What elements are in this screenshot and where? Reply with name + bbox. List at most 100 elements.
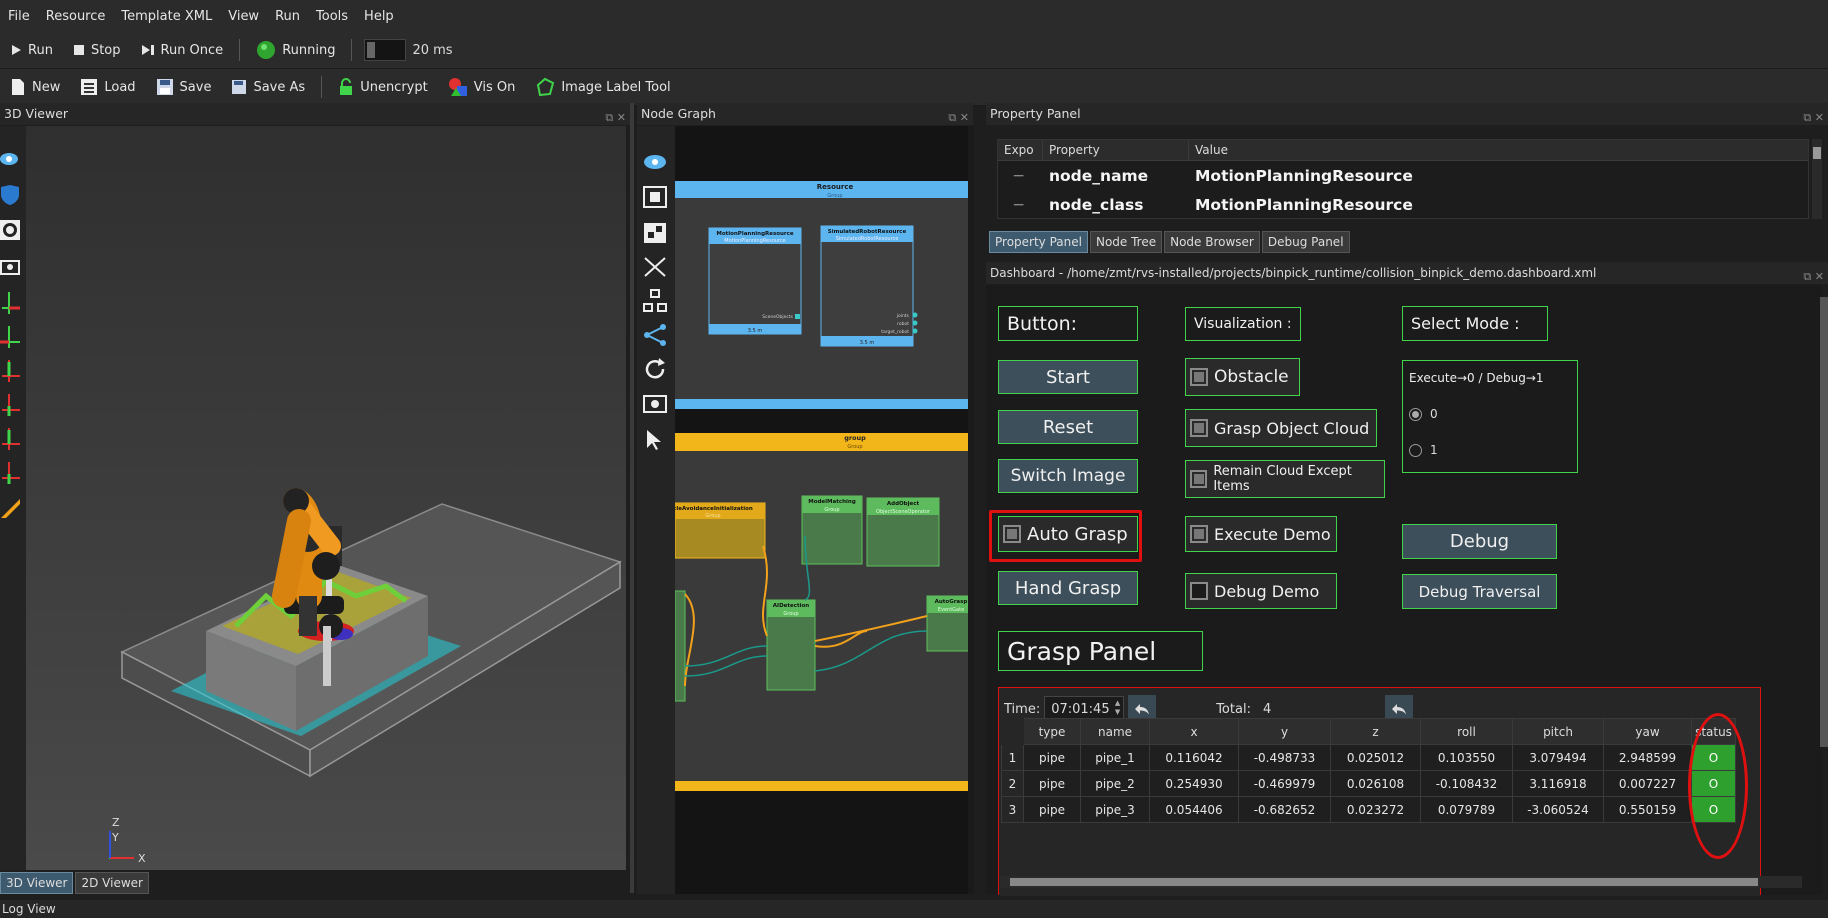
checkbox-box[interactable]: [1003, 525, 1021, 543]
menu-tools[interactable]: Tools: [308, 9, 356, 24]
mode-option-1[interactable]: 1: [1409, 443, 1438, 457]
obstacle-checkbox[interactable]: Obstacle: [1185, 358, 1300, 396]
checkbox-box[interactable]: [1190, 419, 1208, 437]
expand-icon[interactable]: [641, 254, 669, 280]
image-label-tool-button[interactable]: Image Label Tool: [525, 69, 680, 105]
start-button[interactable]: Start: [998, 360, 1138, 394]
col-pitch[interactable]: pitch: [1512, 718, 1604, 745]
eye-icon[interactable]: [641, 152, 669, 172]
cell-yaw[interactable]: 2.948599: [1603, 744, 1692, 771]
checkbox-box[interactable]: [1190, 470, 1208, 488]
tab-debug-panel[interactable]: Debug Panel: [1261, 231, 1350, 253]
col-z[interactable]: z: [1330, 718, 1421, 745]
camera-icon[interactable]: [0, 256, 22, 278]
cell-yaw[interactable]: 0.550159: [1603, 796, 1692, 823]
menu-view[interactable]: View: [220, 9, 267, 24]
cell-y[interactable]: -0.682652: [1238, 796, 1331, 823]
property-value[interactable]: MotionPlanningResource: [1189, 167, 1808, 185]
refresh-icon[interactable]: [641, 356, 669, 382]
node-graph-canvas[interactable]: Resource Group MotionPlanningResource Mo…: [675, 126, 968, 894]
cell-y[interactable]: -0.469979: [1238, 770, 1331, 797]
checkbox-box[interactable]: [1190, 525, 1208, 543]
property-scrollbar[interactable]: [1812, 139, 1822, 219]
tab-2d-viewer[interactable]: 2D Viewer: [75, 872, 149, 894]
spin-arrows-icon[interactable]: ▲ ▼: [1115, 699, 1120, 717]
slider-handle[interactable]: [367, 42, 376, 58]
cell-z[interactable]: 0.026108: [1330, 770, 1421, 797]
fit-view-icon[interactable]: [641, 184, 669, 210]
axis-minus-y-icon[interactable]: [0, 392, 22, 418]
debug-demo-checkbox[interactable]: Debug Demo: [1185, 573, 1337, 609]
stop-button[interactable]: Stop: [63, 32, 131, 68]
col-type[interactable]: type: [1023, 718, 1081, 745]
cell-x[interactable]: 0.054406: [1149, 796, 1239, 823]
save-button[interactable]: Save: [146, 69, 222, 105]
dashboard-scrollbar[interactable]: [1820, 297, 1828, 747]
cell-yaw[interactable]: 0.007227: [1603, 770, 1692, 797]
col-roll[interactable]: roll: [1420, 718, 1513, 745]
vis-on-button[interactable]: Vis On: [438, 69, 526, 105]
dock-close-icon[interactable]: ⧉ ✕: [1803, 107, 1824, 129]
menu-run[interactable]: Run: [267, 9, 308, 24]
debug-traversal-button[interactable]: Debug Traversal: [1402, 574, 1557, 609]
radio-unchecked-icon[interactable]: [1409, 443, 1422, 457]
cell-z[interactable]: 0.025012: [1330, 744, 1421, 771]
menu-file[interactable]: File: [0, 9, 38, 24]
cell-pitch[interactable]: -3.060524: [1512, 796, 1604, 823]
load-button[interactable]: Load: [70, 69, 145, 105]
col-expo[interactable]: Expo: [998, 140, 1043, 160]
cell-pitch[interactable]: 3.116918: [1512, 770, 1604, 797]
property-value[interactable]: MotionPlanningResource: [1189, 196, 1808, 214]
cell-type[interactable]: pipe: [1023, 744, 1081, 771]
debug-button[interactable]: Debug: [1402, 524, 1557, 559]
tab-3d-viewer[interactable]: 3D Viewer: [0, 872, 74, 894]
checkbox-box[interactable]: [1190, 368, 1208, 386]
tab-property-panel[interactable]: Property Panel: [989, 231, 1088, 253]
cell-y[interactable]: -0.498733: [1238, 744, 1331, 771]
axis-plus-x-icon[interactable]: [0, 290, 22, 316]
tab-node-browser[interactable]: Node Browser: [1164, 231, 1260, 253]
table-row[interactable]: 3 pipe pipe_3 0.054406 -0.682652 0.02327…: [1001, 796, 1736, 823]
switch-image-button[interactable]: Switch Image: [998, 459, 1138, 493]
col-x[interactable]: x: [1149, 718, 1239, 745]
grasp-object-cloud-checkbox[interactable]: Grasp Object Cloud: [1185, 409, 1377, 447]
target-icon[interactable]: [0, 220, 22, 242]
cell-type[interactable]: pipe: [1023, 770, 1081, 797]
cell-name[interactable]: pipe_2: [1080, 770, 1150, 797]
axis-plus-z-icon[interactable]: [0, 426, 22, 452]
menu-help[interactable]: Help: [356, 9, 402, 24]
auto-grasp-checkbox[interactable]: Auto Grasp: [998, 516, 1138, 552]
cell-roll[interactable]: 0.103550: [1420, 744, 1513, 771]
share-icon[interactable]: [641, 322, 669, 348]
3d-viewport[interactable]: Z Y X: [26, 126, 626, 870]
cell-roll[interactable]: -0.108432: [1420, 770, 1513, 797]
save-as-button[interactable]: Save As: [221, 69, 315, 105]
zoom-selection-icon[interactable]: [641, 220, 669, 246]
cell-type[interactable]: pipe: [1023, 796, 1081, 823]
new-button[interactable]: New: [0, 69, 70, 105]
menu-template-xml[interactable]: Template XML: [113, 9, 220, 24]
layout-icon[interactable]: [641, 288, 669, 314]
col-property[interactable]: Property: [1043, 140, 1189, 160]
menu-resource[interactable]: Resource: [38, 9, 114, 24]
property-row[interactable]: ─ node_name MotionPlanningResource: [998, 161, 1808, 190]
run-button[interactable]: Run: [0, 32, 63, 68]
property-row[interactable]: ─ node_class MotionPlanningResource: [998, 190, 1808, 219]
interval-slider[interactable]: [364, 39, 407, 61]
col-yaw[interactable]: yaw: [1603, 718, 1692, 745]
col-name[interactable]: name: [1080, 718, 1150, 745]
splitter[interactable]: [630, 103, 634, 893]
cell-name[interactable]: pipe_3: [1080, 796, 1150, 823]
node-graph-scrollbar[interactable]: [968, 126, 974, 894]
shield-icon[interactable]: [0, 184, 22, 206]
axis-minus-x-icon[interactable]: [0, 324, 22, 350]
cell-pitch[interactable]: 3.079494: [1512, 744, 1604, 771]
ruler-icon[interactable]: [0, 498, 22, 520]
unencrypt-button[interactable]: Unencrypt: [328, 69, 438, 105]
cell-name[interactable]: pipe_1: [1080, 744, 1150, 771]
eye-icon[interactable]: [0, 150, 22, 168]
reset-button[interactable]: Reset: [998, 410, 1138, 444]
execute-demo-checkbox[interactable]: Execute Demo: [1185, 516, 1337, 552]
mode-option-0[interactable]: 0: [1409, 407, 1438, 421]
hand-grasp-button[interactable]: Hand Grasp: [998, 571, 1138, 605]
